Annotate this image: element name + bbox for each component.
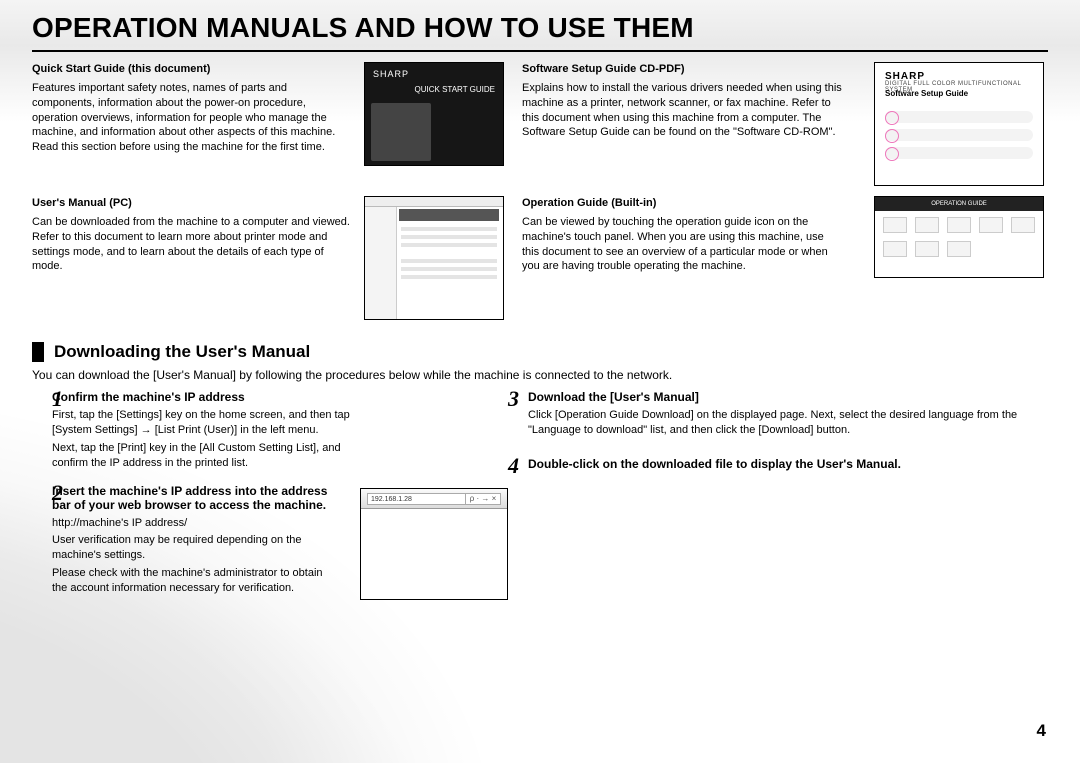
quick-start-body1: Features important safety notes, names o… <box>32 81 352 140</box>
users-manual-preview-line <box>401 235 497 239</box>
users-manual-preview-line <box>401 243 497 247</box>
quick-start-body2: Read this section before using the machi… <box>32 140 352 155</box>
page-title: OPERATION MANUALS AND HOW TO USE THEM <box>32 12 1048 44</box>
operation-guide-text: Operation Guide (Built-in) Can be viewed… <box>522 196 842 320</box>
section-bullet-icon <box>32 342 44 362</box>
step-4: 4 Double-click on the downloaded file to… <box>508 457 1048 471</box>
download-steps: 1 Confirm the machine's IP address First… <box>32 390 1048 610</box>
step-3-p1: Click [Operation Guide Download] on the … <box>528 408 1048 439</box>
operation-guide-tile <box>915 241 939 257</box>
quick-start-preview-brand: SHARP <box>373 69 409 79</box>
step-3-body: Click [Operation Guide Download] on the … <box>528 408 1048 439</box>
step-4-number: 4 <box>508 453 519 479</box>
browser-controls: ρ · → × <box>465 493 501 505</box>
users-manual-preview-line <box>401 227 497 231</box>
step-1: 1 Confirm the machine's IP address First… <box>32 390 508 474</box>
users-manual-heading: User's Manual (PC) <box>32 196 352 211</box>
steps-right-column: 3 Download the [User's Manual] Click [Op… <box>508 390 1048 610</box>
quick-start-heading: Quick Start Guide (this document) <box>32 62 352 77</box>
operation-guide-preview-bar: OPERATION GUIDE <box>875 197 1043 211</box>
quick-start-preview-label: QUICK START GUIDE <box>415 85 495 94</box>
software-setup-preview-row <box>885 147 1033 159</box>
step-2: 2 Insert the machine's IP address into t… <box>32 484 508 600</box>
operation-guide-heading: Operation Guide (Built-in) <box>522 196 842 211</box>
download-section-header: Downloading the User's Manual <box>32 342 1048 362</box>
software-setup-preview: SHARP DIGITAL FULL COLOR MULTIFUNCTIONAL… <box>874 62 1044 186</box>
quick-start-preview: SHARP QUICK START GUIDE <box>364 62 504 166</box>
operation-guide-tile <box>915 217 939 233</box>
quick-start-text: Quick Start Guide (this document) Featur… <box>32 62 352 186</box>
step-3: 3 Download the [User's Manual] Click [Op… <box>508 390 1048 439</box>
users-manual-text: User's Manual (PC) Can be downloaded fro… <box>32 196 352 320</box>
document-page: OPERATION MANUALS AND HOW TO USE THEM Qu… <box>0 0 1080 763</box>
page-number: 4 <box>1037 721 1046 741</box>
steps-left-column: 1 Confirm the machine's IP address First… <box>32 390 508 610</box>
step-1-body: First, tap the [Settings] key on the hom… <box>52 408 352 472</box>
step-2-p3: Please check with the machine's administ… <box>52 566 340 597</box>
operation-guide-tile <box>979 217 1003 233</box>
download-section-heading: Downloading the User's Manual <box>54 342 310 362</box>
users-manual-preview-side <box>365 207 397 319</box>
step-4-heading: Double-click on the downloaded file to d… <box>528 457 1048 471</box>
users-manual-preview-line <box>401 275 497 279</box>
software-setup-preview-row <box>885 111 1033 123</box>
software-setup-heading: Software Setup Guide CD-PDF) <box>522 62 842 77</box>
step-2-p2: User verification may be required depend… <box>52 533 340 564</box>
software-setup-text: Software Setup Guide CD-PDF) Explains ho… <box>522 62 842 186</box>
step-3-heading: Download the [User's Manual] <box>528 390 1048 404</box>
operation-guide-tile <box>883 217 907 233</box>
users-manual-preview-tab <box>399 209 499 221</box>
users-manual-preview-bar <box>365 197 503 207</box>
step-2-body: http://machine's IP address/ User verifi… <box>52 516 340 597</box>
printer-illustration <box>371 103 431 161</box>
operation-guide-tile <box>1011 217 1035 233</box>
browser-address-bar: 192.168.1.28 <box>367 493 467 505</box>
step-1-heading: Confirm the machine's IP address <box>52 390 352 404</box>
step-2-p1: http://machine's IP address/ <box>52 516 340 531</box>
operation-guide-tile <box>947 241 971 257</box>
step-3-number: 3 <box>508 386 519 412</box>
step-2-heading: Insert the machine's IP address into the… <box>52 484 340 512</box>
users-manual-preview-line <box>401 259 497 263</box>
operation-guide-tile <box>947 217 971 233</box>
step-2-number: 2 <box>52 480 63 506</box>
software-setup-body1: Explains how to install the various driv… <box>522 81 842 140</box>
title-rule <box>32 50 1048 52</box>
operation-guide-preview: OPERATION GUIDE <box>874 196 1044 278</box>
operation-guide-body1: Can be viewed by touching the operation … <box>522 215 842 274</box>
download-section-intro: You can download the [User's Manual] by … <box>32 368 1048 382</box>
manuals-grid: Quick Start Guide (this document) Featur… <box>32 62 1048 320</box>
step-1-number: 1 <box>52 386 63 412</box>
step-1-p2: Next, tap the [Print] key in the [All Cu… <box>52 441 352 472</box>
software-setup-preview-title: Software Setup Guide <box>885 89 968 98</box>
users-manual-preview-line <box>401 267 497 271</box>
software-setup-preview-row <box>885 129 1033 141</box>
operation-guide-tile <box>883 241 907 257</box>
users-manual-body1: Can be downloaded from the machine to a … <box>32 215 352 274</box>
users-manual-preview <box>364 196 504 320</box>
browser-preview: 192.168.1.28 ρ · → × <box>360 488 508 600</box>
step-1-p1: First, tap the [Settings] key on the hom… <box>52 408 352 439</box>
